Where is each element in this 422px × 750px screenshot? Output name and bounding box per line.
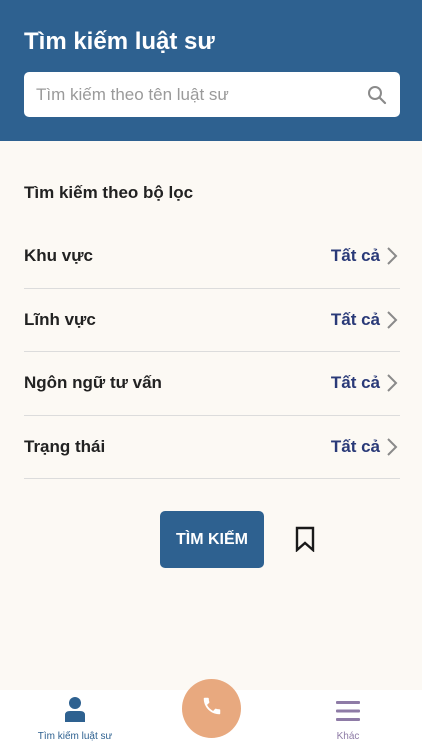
filter-label: Trạng thái — [24, 436, 106, 456]
nav-label: Khác — [336, 731, 360, 742]
filter-label: Lĩnh vực — [24, 309, 96, 329]
call-button[interactable] — [182, 679, 241, 738]
filter-row-ngon-ngu[interactable]: Ngôn ngữ tư vấn Tất cả — [24, 352, 400, 416]
nav-label: Tìm kiếm luật sư — [37, 731, 113, 742]
filter-value: Tất cả — [330, 436, 380, 456]
person-icon — [63, 696, 87, 727]
phone-icon — [201, 695, 223, 722]
search-input[interactable] — [36, 84, 366, 105]
nav-item-other[interactable]: Khác — [318, 690, 378, 750]
filter-value-group[interactable]: Tất cả — [331, 373, 400, 393]
chevron-right-icon — [384, 246, 400, 266]
filter-section-title: Tìm kiếm theo bộ lọc — [24, 183, 194, 202]
filter-value: Tất cả — [330, 246, 380, 266]
filter-label: Khu vực — [24, 246, 93, 266]
filter-row-trang-thai[interactable]: Trạng thái Tất cả — [24, 416, 400, 479]
search-button[interactable]: TÌM KIẾM — [160, 511, 264, 568]
filter-value-group[interactable]: Tất cả — [331, 246, 400, 266]
filter-value-group[interactable]: Tất cả — [331, 310, 400, 330]
chevron-right-icon — [384, 373, 400, 393]
menu-icon — [335, 700, 361, 727]
filter-label: Ngôn ngữ tư vấn — [24, 373, 162, 393]
search-icon[interactable] — [366, 84, 388, 106]
header: Tìm kiếm luật sư — [0, 0, 422, 141]
filter-value: Tất cả — [330, 309, 380, 329]
filter-list: Khu vực Tất cả Lĩnh vực Tất cả Ngôn ngữ … — [24, 225, 400, 479]
filter-row-linh-vuc[interactable]: Lĩnh vực Tất cả — [24, 289, 400, 352]
search-bar[interactable] — [24, 72, 400, 117]
chevron-right-icon — [384, 437, 400, 457]
filter-value-group[interactable]: Tất cả — [331, 437, 400, 457]
chevron-right-icon — [384, 310, 400, 330]
bookmark-icon[interactable] — [292, 525, 318, 553]
filter-value: Tất cả — [330, 373, 380, 393]
nav-item-lawyer-search[interactable]: Tìm kiếm luật sư — [30, 690, 120, 750]
filter-row-khu-vuc[interactable]: Khu vực Tất cả — [24, 225, 400, 289]
main-content: Tìm kiếm theo bộ lọc Khu vực Tất cả Lĩnh… — [0, 141, 422, 690]
page-title: Tìm kiếm luật sư — [24, 28, 215, 55]
